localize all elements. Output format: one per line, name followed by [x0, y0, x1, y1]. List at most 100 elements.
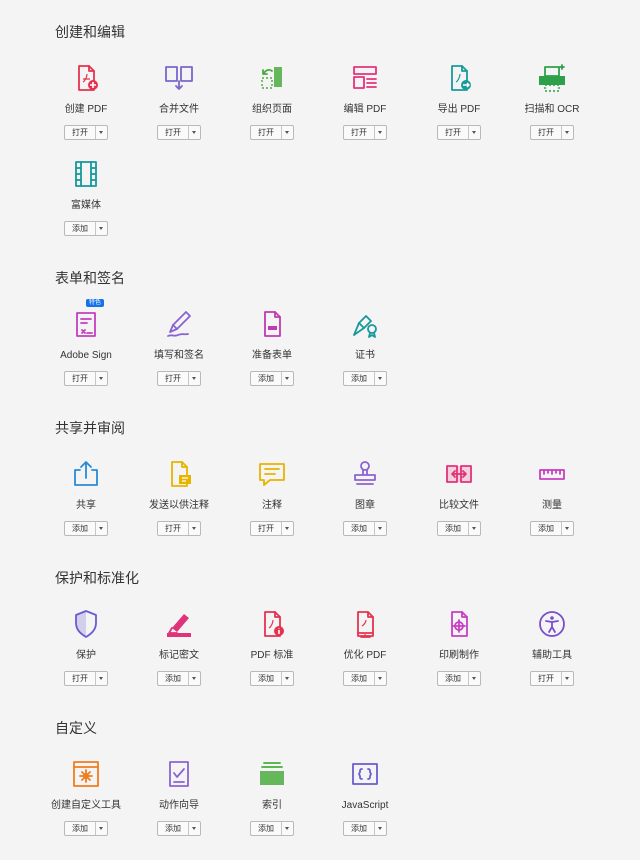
chevron-down-icon[interactable] — [95, 522, 107, 535]
measure-icon[interactable] — [536, 458, 568, 490]
redact-icon[interactable] — [163, 608, 195, 640]
tool-action-button[interactable]: 添加 — [64, 521, 108, 536]
protect-shield-icon[interactable] — [70, 608, 102, 640]
tool-action-label[interactable]: 添加 — [344, 822, 374, 835]
tool-tile[interactable]: 辅助工具 打开 — [505, 608, 599, 686]
tool-action-button[interactable]: 打开 — [157, 125, 201, 140]
combine-files-icon[interactable] — [163, 62, 195, 94]
tool-action-label[interactable]: 打开 — [531, 126, 561, 139]
chevron-down-icon[interactable] — [561, 126, 573, 139]
tool-action-label[interactable]: 添加 — [251, 372, 281, 385]
tool-tile[interactable]: 动作向导 添加 — [132, 758, 226, 836]
tool-action-label[interactable]: 打开 — [438, 126, 468, 139]
adobe-sign-icon[interactable]: 特色 — [70, 299, 104, 340]
tool-tile[interactable]: 准备表单 添加 — [225, 308, 319, 386]
tool-action-label[interactable]: 添加 — [344, 372, 374, 385]
tool-action-label[interactable]: 打开 — [344, 126, 374, 139]
tool-action-button[interactable]: 打开 — [157, 371, 201, 386]
print-production-icon[interactable] — [443, 608, 475, 640]
create-pdf-icon[interactable] — [70, 62, 102, 94]
tool-action-button[interactable]: 添加 — [157, 821, 201, 836]
chevron-down-icon[interactable] — [188, 126, 200, 139]
share-icon[interactable] — [70, 458, 102, 490]
tool-action-label[interactable]: 打开 — [251, 126, 281, 139]
chevron-down-icon[interactable] — [95, 222, 107, 235]
chevron-down-icon[interactable] — [95, 672, 107, 685]
tool-action-button[interactable]: 打开 — [64, 371, 108, 386]
chevron-down-icon[interactable] — [374, 822, 386, 835]
tool-action-label[interactable]: 添加 — [344, 672, 374, 685]
tool-tile[interactable]: 保护 打开 — [39, 608, 133, 686]
tool-action-button[interactable]: 打开 — [250, 125, 294, 140]
tool-tile[interactable]: 索引 添加 — [225, 758, 319, 836]
tool-tile[interactable]: 导出 PDF 打开 — [412, 62, 506, 140]
tool-tile[interactable]: 图章 添加 — [318, 458, 412, 536]
tool-action-button[interactable]: 打开 — [437, 125, 481, 140]
tool-action-label[interactable]: 添加 — [158, 672, 188, 685]
tool-tile[interactable]: JavaScript 添加 — [318, 758, 412, 836]
tool-action-button[interactable]: 添加 — [343, 371, 387, 386]
tool-tile[interactable]: 扫描和 OCR 打开 — [505, 62, 599, 140]
tool-action-label[interactable]: 添加 — [438, 672, 468, 685]
tool-tile[interactable]: 共享 添加 — [39, 458, 133, 536]
tool-action-label[interactable]: 添加 — [65, 522, 95, 535]
tool-action-label[interactable]: 打开 — [158, 522, 188, 535]
tool-action-button[interactable]: 打开 — [343, 125, 387, 140]
edit-pdf-icon[interactable] — [349, 62, 381, 94]
chevron-down-icon[interactable] — [374, 126, 386, 139]
tool-action-button[interactable]: 添加 — [64, 221, 108, 236]
tool-tile[interactable]: 编辑 PDF 打开 — [318, 62, 412, 140]
tool-action-label[interactable]: 添加 — [158, 822, 188, 835]
chevron-down-icon[interactable] — [561, 672, 573, 685]
tool-action-button[interactable]: 添加 — [437, 671, 481, 686]
certificate-icon[interactable] — [349, 308, 381, 340]
pdf-standards-icon[interactable] — [256, 608, 288, 640]
tool-tile[interactable]: 优化 PDF 添加 — [318, 608, 412, 686]
tool-action-button[interactable]: 添加 — [343, 671, 387, 686]
tool-tile[interactable]: 证书 添加 — [318, 308, 412, 386]
tool-action-button[interactable]: 打开 — [530, 125, 574, 140]
tool-tile[interactable]: 比较文件 添加 — [412, 458, 506, 536]
chevron-down-icon[interactable] — [95, 372, 107, 385]
tool-action-button[interactable]: 添加 — [437, 521, 481, 536]
accessibility-icon[interactable] — [536, 608, 568, 640]
rich-media-icon[interactable] — [70, 158, 102, 190]
fill-sign-icon[interactable] — [163, 308, 195, 340]
index-icon[interactable] — [256, 758, 288, 790]
chevron-down-icon[interactable] — [95, 822, 107, 835]
tool-tile[interactable]: 组织页面 打开 — [225, 62, 319, 140]
tool-action-button[interactable]: 添加 — [343, 521, 387, 536]
tool-action-label[interactable]: 添加 — [438, 522, 468, 535]
chevron-down-icon[interactable] — [281, 372, 293, 385]
tool-action-button[interactable]: 添加 — [250, 821, 294, 836]
export-pdf-icon[interactable] — [443, 62, 475, 94]
tool-action-button[interactable]: 打开 — [250, 521, 294, 536]
tool-tile[interactable]: 合并文件 打开 — [132, 62, 226, 140]
tool-action-label[interactable]: 添加 — [344, 522, 374, 535]
comment-icon[interactable] — [256, 458, 288, 490]
chevron-down-icon[interactable] — [281, 522, 293, 535]
tool-tile[interactable]: 注释 打开 — [225, 458, 319, 536]
chevron-down-icon[interactable] — [374, 522, 386, 535]
chevron-down-icon[interactable] — [95, 126, 107, 139]
tool-action-label[interactable]: 添加 — [65, 822, 95, 835]
tool-action-button[interactable]: 添加 — [343, 821, 387, 836]
chevron-down-icon[interactable] — [374, 372, 386, 385]
tool-tile[interactable]: 标记密文 添加 — [132, 608, 226, 686]
tool-action-button[interactable]: 添加 — [530, 521, 574, 536]
tool-action-label[interactable]: 添加 — [65, 222, 95, 235]
chevron-down-icon[interactable] — [188, 822, 200, 835]
tool-tile[interactable]: 填写和签名 打开 — [132, 308, 226, 386]
tool-tile[interactable]: 创建 PDF 打开 — [39, 62, 133, 140]
chevron-down-icon[interactable] — [468, 522, 480, 535]
tool-tile[interactable]: PDF 标准 添加 — [225, 608, 319, 686]
scan-ocr-icon[interactable] — [536, 62, 568, 94]
send-comments-icon[interactable] — [163, 458, 195, 490]
tool-tile[interactable]: 特色 Adobe Sign 打开 — [39, 299, 133, 386]
tool-action-button[interactable]: 打开 — [530, 671, 574, 686]
organize-pages-icon[interactable] — [256, 62, 288, 94]
tool-tile[interactable]: 印刷制作 添加 — [412, 608, 506, 686]
javascript-icon[interactable] — [349, 758, 381, 790]
tool-action-button[interactable]: 打开 — [64, 125, 108, 140]
tool-action-label[interactable]: 添加 — [531, 522, 561, 535]
